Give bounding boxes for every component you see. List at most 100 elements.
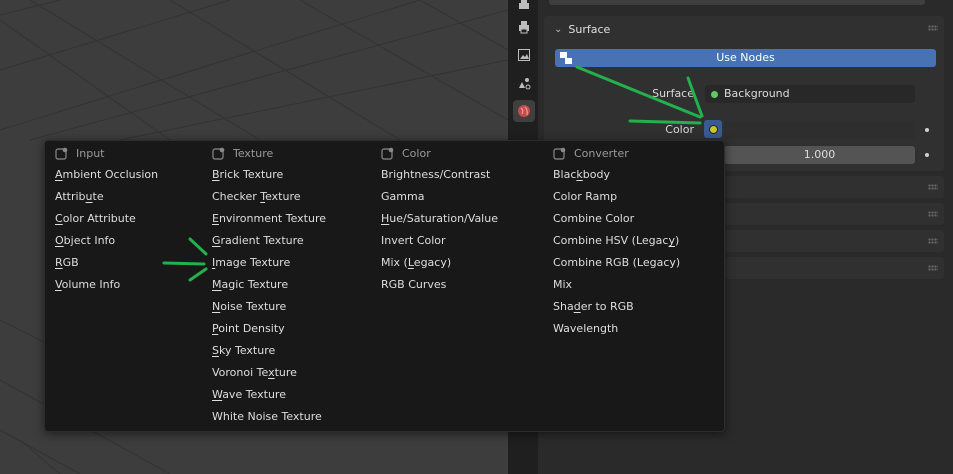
menu-item-hotkey: E bbox=[212, 212, 219, 225]
menu-item[interactable]: Combine RGB (Legacy) bbox=[553, 252, 680, 274]
menu-item-text: ky Texture bbox=[218, 344, 276, 357]
surface-panel-header[interactable]: ⌄ Surface bbox=[554, 23, 610, 36]
menu-item-text: Brightness/Contrast bbox=[381, 168, 491, 181]
node-category-icon bbox=[55, 147, 68, 160]
menu-item[interactable]: Sky Texture bbox=[212, 340, 275, 362]
menu-column-header-label: Input bbox=[76, 147, 105, 160]
menu-item-text: Mix bbox=[553, 278, 573, 291]
menu-item-text: RGB Curves bbox=[381, 278, 447, 291]
world-selector-field[interactable] bbox=[549, 0, 925, 5]
menu-item-text: exture bbox=[265, 190, 301, 203]
menu-item[interactable]: Ambient Occlusion bbox=[55, 164, 158, 186]
menu-item-text: ue/Saturation/Value bbox=[389, 212, 498, 225]
color-socket-button[interactable] bbox=[704, 120, 722, 138]
surface-shader-value: Background bbox=[724, 87, 790, 100]
strength-field[interactable]: 1.000 bbox=[724, 146, 915, 164]
menu-item-text: Combine HSV (Legac bbox=[553, 234, 669, 247]
menu-column-header-label: Color bbox=[402, 147, 431, 160]
menu-item-text: Blac bbox=[553, 168, 577, 181]
menu-item[interactable]: Checker Texture bbox=[212, 186, 301, 208]
drag-handle-icon[interactable] bbox=[928, 265, 938, 271]
menu-column-header: Color bbox=[381, 147, 431, 160]
menu-item-hotkey: u bbox=[85, 190, 93, 203]
menu-item[interactable]: Magic Texture bbox=[212, 274, 288, 296]
shader-socket-icon bbox=[711, 90, 718, 98]
menu-item[interactable]: Volume Info bbox=[55, 274, 120, 296]
menu-item[interactable]: Noise Texture bbox=[212, 296, 286, 318]
surface-shader-field[interactable]: Background bbox=[705, 85, 915, 103]
menu-item[interactable]: Brightness/Contrast bbox=[381, 164, 490, 186]
menu-item[interactable]: Blackbody bbox=[553, 164, 610, 186]
node-category-icon bbox=[212, 147, 225, 160]
drag-handle-icon[interactable] bbox=[928, 238, 938, 244]
add-node-menu: Input Ambient Occlusion Attribute Color Att… bbox=[44, 140, 725, 432]
menu-item[interactable]: Image Texture bbox=[212, 252, 290, 274]
menu-item[interactable]: RGB bbox=[55, 252, 79, 274]
menu-item[interactable]: Color Ramp bbox=[553, 186, 617, 208]
menu-item-hotkey: W bbox=[212, 388, 223, 401]
menu-item-text: mbient Occlusion bbox=[62, 168, 159, 181]
menu-item[interactable]: Wavelength bbox=[553, 318, 618, 340]
menu-item[interactable]: Invert Color bbox=[381, 230, 446, 252]
tab-output[interactable] bbox=[513, 0, 535, 16]
tab-output-properties[interactable] bbox=[513, 16, 535, 38]
menu-item[interactable]: Wave Texture bbox=[212, 384, 286, 406]
menu-item[interactable]: Point Density bbox=[212, 318, 285, 340]
menu-item-hotkey: V bbox=[55, 278, 62, 291]
menu-item-text: body bbox=[582, 168, 610, 181]
surface-label: Surface bbox=[652, 87, 694, 100]
menu-item-text: egacy) bbox=[413, 256, 452, 269]
menu-item[interactable]: Voronoi Texture bbox=[212, 362, 297, 384]
menu-item-text: Wavelength bbox=[553, 322, 619, 335]
drag-handle-icon[interactable] bbox=[928, 211, 938, 217]
menu-item-text: Gamma bbox=[381, 190, 425, 203]
menu-item[interactable]: Attribute bbox=[55, 186, 104, 208]
menu-item-text: nvironment Texture bbox=[218, 212, 327, 225]
menu-item-hotkey: C bbox=[55, 212, 63, 225]
menu-column-header: Texture bbox=[212, 147, 273, 160]
menu-item-text: Combine RGB (Legacy) bbox=[553, 256, 681, 269]
menu-item[interactable]: Object Info bbox=[55, 230, 115, 252]
tab-scene[interactable] bbox=[513, 72, 535, 94]
tab-view-layer[interactable] bbox=[513, 44, 535, 66]
menu-item-text: te bbox=[92, 190, 104, 203]
drag-handle-icon[interactable] bbox=[928, 184, 938, 190]
menu-item[interactable]: Mix (Legacy) bbox=[381, 252, 451, 274]
color-swatch-field[interactable] bbox=[724, 121, 915, 139]
menu-item[interactable]: White Noise Texture bbox=[212, 406, 322, 428]
menu-item-hotkey: A bbox=[55, 168, 63, 181]
menu-item[interactable]: Environment Texture bbox=[212, 208, 326, 230]
menu-item-text: GB bbox=[62, 256, 79, 269]
scene-icon bbox=[519, 78, 531, 90]
keyframe-dot-icon[interactable] bbox=[925, 128, 929, 132]
menu-item-text: agic Texture bbox=[221, 278, 289, 291]
menu-item-text: Voronoi Te bbox=[212, 366, 269, 379]
menu-item[interactable]: Combine Color bbox=[553, 208, 634, 230]
menu-item-hotkey: S bbox=[212, 344, 219, 357]
use-nodes-button[interactable]: Use Nodes bbox=[555, 49, 936, 67]
menu-item[interactable]: Mix bbox=[553, 274, 572, 296]
menu-item[interactable]: Gradient Texture bbox=[212, 230, 304, 252]
menu-item-text: ) bbox=[674, 234, 680, 247]
tab-world[interactable] bbox=[513, 100, 535, 122]
menu-item-hotkey: R bbox=[55, 256, 63, 269]
menu-column-header-label: Texture bbox=[233, 147, 274, 160]
menu-item-text: bject Info bbox=[63, 234, 116, 247]
strength-value: 1.000 bbox=[803, 148, 836, 161]
menu-item-hotkey: M bbox=[212, 278, 222, 291]
menu-item[interactable]: RGB Curves bbox=[381, 274, 446, 296]
node-tree-icon bbox=[560, 52, 572, 64]
menu-item[interactable]: Color Attribute bbox=[55, 208, 136, 230]
menu-item-text: oise Texture bbox=[220, 300, 287, 313]
menu-item[interactable]: Combine HSV (Legacy) bbox=[553, 230, 679, 252]
menu-item-text: Attrib bbox=[55, 190, 86, 203]
menu-item[interactable]: Gamma bbox=[381, 186, 424, 208]
drag-handle-icon[interactable] bbox=[928, 25, 938, 31]
keyframe-dot-icon[interactable] bbox=[925, 153, 929, 157]
menu-column-header: Converter bbox=[553, 147, 629, 160]
node-category-icon bbox=[381, 147, 394, 160]
menu-item[interactable]: Hue/Saturation/Value bbox=[381, 208, 498, 230]
menu-item[interactable]: Shader to RGB bbox=[553, 296, 634, 318]
menu-item[interactable]: Brick Texture bbox=[212, 164, 283, 186]
menu-item-text: er to RGB bbox=[580, 300, 634, 313]
